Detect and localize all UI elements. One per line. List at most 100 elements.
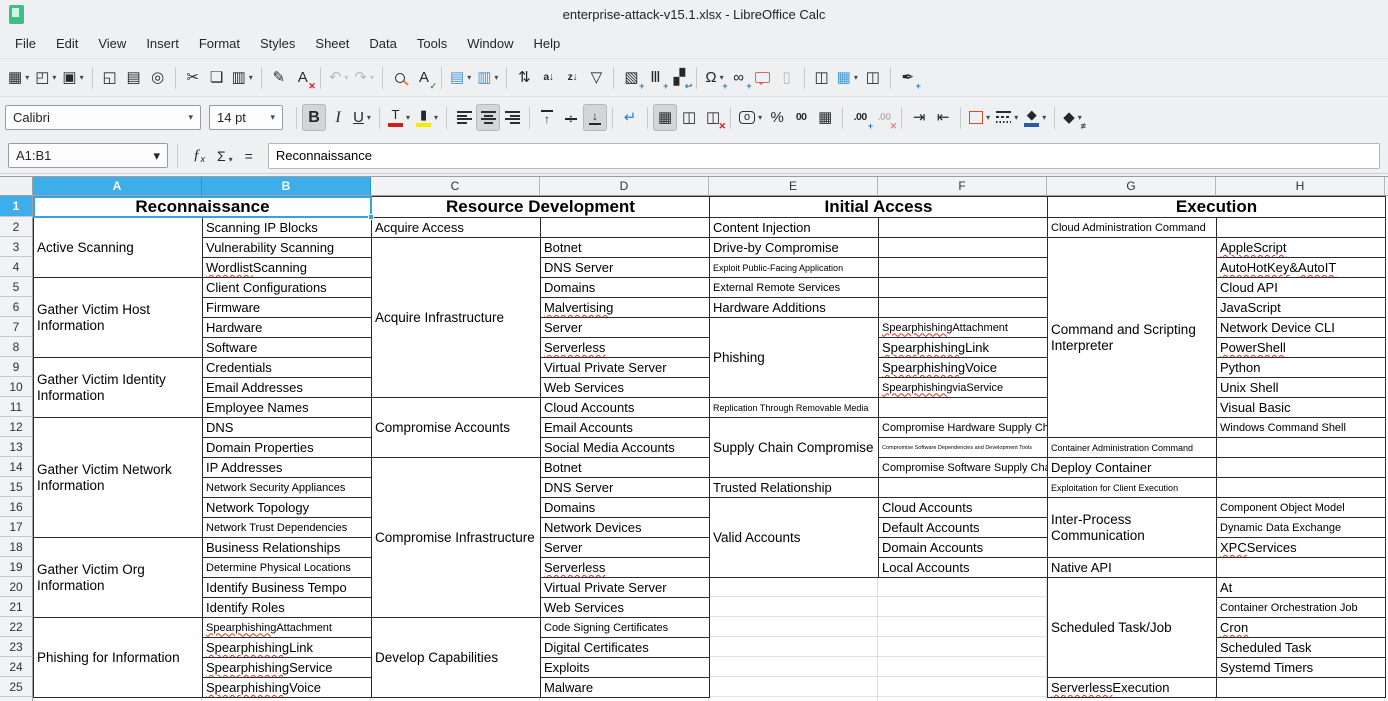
tactic-header-G1[interactable]: Execution <box>1047 196 1386 218</box>
empty-cell[interactable] <box>878 697 1047 701</box>
tactic-header-A1[interactable]: Reconnaissance <box>33 196 372 218</box>
cell-B20[interactable]: Identify Business Tempo <box>202 577 372 598</box>
cell-H14[interactable] <box>1216 457 1386 478</box>
cell-F19[interactable]: Local Accounts <box>878 557 1048 578</box>
row-header-15[interactable]: 15 <box>0 477 33 497</box>
format-as-number-button[interactable]: 00 <box>789 104 813 131</box>
menu-file[interactable]: File <box>5 32 46 55</box>
cell-H17[interactable]: Dynamic Data Exchange <box>1216 517 1386 538</box>
cell-E4[interactable]: Exploit Public-Facing Application <box>709 257 879 278</box>
cell-F8[interactable]: Spearphishing Link <box>878 337 1048 358</box>
font-name-combobox[interactable]: Calibri▾ <box>5 105 201 130</box>
row-header-4[interactable]: 4 <box>0 257 33 277</box>
fill-handle[interactable] <box>368 214 374 220</box>
tactic-header-C1[interactable]: Resource Development <box>371 196 710 218</box>
border-style-button[interactable]: ▾ <box>993 104 1021 131</box>
row-header-11[interactable]: 11 <box>0 397 33 417</box>
cell-H8[interactable]: PowerShell <box>1216 337 1386 358</box>
cell-H23[interactable]: Scheduled Task <box>1216 637 1386 658</box>
cell-H4[interactable]: AutoHotKey & AutoIT <box>1216 257 1386 278</box>
menu-format[interactable]: Format <box>189 32 250 55</box>
cell-D6[interactable]: Malvertising <box>540 297 710 318</box>
cell-B17[interactable]: Network Trust Dependencies <box>202 517 372 538</box>
format-as-date-button[interactable]: ▦ <box>813 104 837 131</box>
increase-indent-button[interactable]: ⇥ <box>907 104 931 131</box>
align-top-button[interactable]: ↑ <box>535 104 559 131</box>
menu-insert[interactable]: Insert <box>136 32 189 55</box>
format-as-currency-button[interactable]: o▾ <box>736 104 765 131</box>
cell-D18[interactable]: Server <box>540 537 710 558</box>
empty-cell[interactable] <box>709 637 878 657</box>
cell-F18[interactable]: Domain Accounts <box>878 537 1048 558</box>
cell-A22[interactable]: Phishing for Information <box>33 617 203 698</box>
cell-H25[interactable] <box>1216 677 1386 698</box>
copy-button[interactable]: ❏ <box>205 64 229 91</box>
cell-F9[interactable]: Spearphishing Voice <box>878 357 1048 378</box>
column-header-C[interactable]: C <box>371 177 540 196</box>
cell-B5[interactable]: Client Configurations <box>202 277 372 298</box>
menu-sheet[interactable]: Sheet <box>305 32 359 55</box>
autosum-button[interactable]: Σ ▾ <box>211 148 239 164</box>
cell-D20[interactable]: Virtual Private Server <box>540 577 710 598</box>
cell-C22[interactable]: Develop Capabilities <box>371 617 541 698</box>
print-preview-button[interactable]: ◎ <box>146 64 170 91</box>
align-bottom-button[interactable]: ↓ <box>583 104 607 131</box>
cell-D4[interactable]: DNS Server <box>540 257 710 278</box>
cell-D25[interactable]: Malware <box>540 677 710 698</box>
cell-F10[interactable]: Spearphishing via Service <box>878 377 1048 398</box>
row-header-14[interactable]: 14 <box>0 457 33 477</box>
cell-E2[interactable]: Content Injection <box>709 217 879 238</box>
row-header-21[interactable]: 21 <box>0 597 33 617</box>
name-box[interactable]: A1:B1 ▾ <box>8 143 168 168</box>
cell-D21[interactable]: Web Services <box>540 597 710 618</box>
cell-C14[interactable]: Compromise Infrastructure <box>371 457 541 618</box>
cell-F6[interactable] <box>878 297 1048 318</box>
add-decimal-place-button[interactable]: .00+ <box>848 104 872 131</box>
show-draw-functions-button[interactable]: ✒+ <box>896 64 920 91</box>
empty-cell[interactable] <box>709 697 878 701</box>
cell-D17[interactable]: Network Devices <box>540 517 710 538</box>
row-header-20[interactable]: 20 <box>0 577 33 597</box>
conditional-formatting-button[interactable]: ◆≠▾ <box>1060 104 1085 131</box>
empty-cell[interactable] <box>709 617 878 637</box>
cell-B2[interactable]: Scanning IP Blocks <box>202 217 372 238</box>
select-all-corner[interactable] <box>0 177 33 196</box>
cell-D7[interactable]: Server <box>540 317 710 338</box>
align-right-button[interactable] <box>500 104 524 131</box>
cell-C11[interactable]: Compromise Accounts <box>371 397 541 458</box>
border-color-button[interactable]: ◆▾ <box>1021 104 1049 131</box>
cell-D13[interactable]: Social Media Accounts <box>540 437 710 458</box>
column-header-F[interactable]: F <box>878 177 1047 196</box>
cell-B10[interactable]: Email Addresses <box>202 377 372 398</box>
empty-cell[interactable] <box>878 677 1047 697</box>
merge-cells-button[interactable]: ◫ <box>677 104 701 131</box>
cell-G15[interactable]: Exploitation for Client Execution <box>1047 477 1217 498</box>
cell-H5[interactable]: Cloud API <box>1216 277 1386 298</box>
row-header-8[interactable]: 8 <box>0 337 33 357</box>
cell-E6[interactable]: Hardware Additions <box>709 297 879 318</box>
row-header-13[interactable]: 13 <box>0 437 33 457</box>
row-header-3[interactable]: 3 <box>0 237 33 257</box>
cell-H3[interactable]: AppleScript <box>1216 237 1386 258</box>
cell-H13[interactable] <box>1216 437 1386 458</box>
cell-E15[interactable]: Trusted Relationship <box>709 477 879 498</box>
menu-window[interactable]: Window <box>457 32 523 55</box>
cell-B18[interactable]: Business Relationships <box>202 537 372 558</box>
sort-button[interactable]: ⇅ <box>512 64 536 91</box>
comment-button[interactable] <box>751 64 775 91</box>
align-left-button[interactable] <box>452 104 476 131</box>
cell-C3[interactable]: Acquire Infrastructure <box>371 237 541 398</box>
cell-G19[interactable]: Native API <box>1047 557 1217 578</box>
column-header-B[interactable]: B <box>202 177 371 196</box>
cell-A5[interactable]: Gather Victim Host Information <box>33 277 203 358</box>
sort-ascending-button[interactable]: a↓ <box>536 64 560 91</box>
merge-and-center-cells-button[interactable]: ▦ <box>653 104 677 131</box>
cell-F2[interactable] <box>878 217 1048 238</box>
cell-H24[interactable]: Systemd Timers <box>1216 657 1386 678</box>
row-header-5[interactable]: 5 <box>0 277 33 297</box>
cell-A12[interactable]: Gather Victim Network Information <box>33 417 203 538</box>
cell-F12[interactable]: Compromise Hardware Supply Chain <box>878 417 1048 438</box>
headers-footers-button[interactable]: ▯ <box>775 64 799 91</box>
cell-E7[interactable]: Phishing <box>709 317 879 398</box>
cell-H22[interactable]: Cron <box>1216 617 1386 638</box>
